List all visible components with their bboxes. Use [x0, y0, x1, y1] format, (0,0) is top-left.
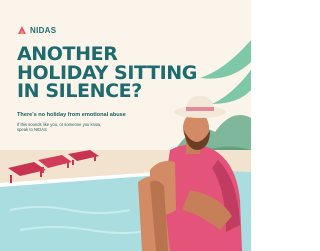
- palm-leaf-icon: [200, 40, 251, 104]
- advert-poster[interactable]: NIDAS ANOTHER HOLIDAY SITTING IN SILENCE…: [0, 0, 251, 251]
- hat-band: [186, 107, 214, 111]
- brand-logo[interactable]: NIDAS: [17, 25, 56, 35]
- brand-name: NIDAS: [30, 25, 57, 35]
- headline: ANOTHER HOLIDAY SITTING IN SILENCE?: [17, 45, 197, 101]
- nidas-logo-icon: [18, 26, 26, 34]
- headline-line-3: IN SILENCE?: [17, 80, 142, 102]
- headline-line-1: ANOTHER: [17, 43, 118, 65]
- call-to-action-text: If this sounds like you, or someone you …: [17, 122, 102, 133]
- subheading: There's no holiday from emotional abuse: [17, 112, 126, 118]
